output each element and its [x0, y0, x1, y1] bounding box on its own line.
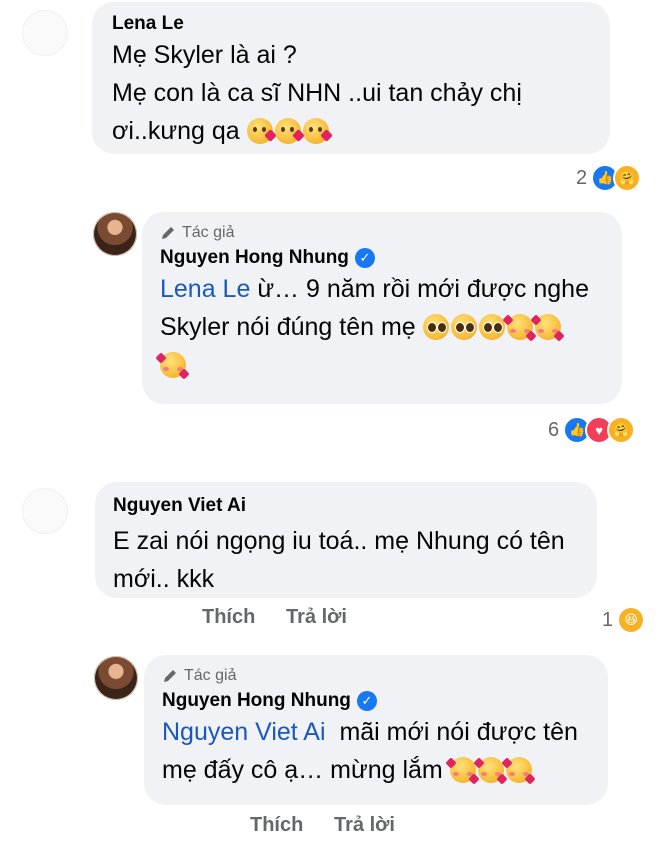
comment-text-line: Mẹ Skyler là ai ? — [112, 41, 297, 69]
comment-text-line: ơi..kưng qa — [112, 112, 590, 150]
comment-author[interactable]: Lena Le — [112, 12, 590, 36]
like-button[interactable]: Thích — [250, 814, 303, 837]
smiling-hearts-emoji-icon — [529, 314, 565, 342]
pen-icon — [162, 227, 174, 239]
comment-text-line: Skyler nói đúng tên mẹ — [160, 308, 604, 346]
pleading-face-emoji-icon — [478, 314, 505, 340]
comment-text: mẹ đấy cô ạ… mừng lắm — [162, 756, 443, 784]
comment-text-line: E zai nói ngọng iu toá.. mẹ Nhung có tên — [113, 527, 565, 555]
smiling-hearts-emoji-icon — [445, 757, 480, 785]
mention-link[interactable]: Nguyen Viet Ai — [162, 718, 326, 746]
comment-author-row: Nguyen Hong Nhung ✓ — [162, 689, 590, 713]
smiling-hearts-emoji-icon — [501, 757, 536, 785]
reply-button[interactable]: Trả lời — [286, 606, 347, 629]
avatar[interactable] — [22, 488, 68, 534]
care-icon: 🤗 — [613, 164, 642, 192]
verified-check-icon: ✓ — [356, 691, 377, 711]
comment-text: Skyler nói đúng tên mẹ — [160, 313, 416, 341]
haha-icon: 😆 — [617, 606, 646, 634]
comment-author[interactable]: Nguyen Hong Nhung — [160, 246, 349, 270]
kissing-heart-emoji-icon — [274, 118, 305, 144]
avatar[interactable] — [94, 656, 138, 700]
avatar[interactable] — [22, 10, 68, 56]
author-badge-label: Tác giả — [182, 224, 235, 241]
author-badge: Tác giả — [160, 224, 604, 242]
comment-text-line: mẹ đấy cô ạ… mừng lắm — [162, 751, 590, 789]
comment-text: ơi..kưng qa — [112, 117, 240, 145]
like-button[interactable]: Thích — [202, 606, 255, 629]
comment-author[interactable]: Nguyen Viet Ai — [113, 494, 579, 518]
reaction-summary[interactable]: 2 👍 🤗 — [576, 164, 642, 192]
pleading-face-emoji-icon — [450, 314, 477, 340]
comment-bubble: Nguyen Viet Ai E zai nói ngọng iu toá.. … — [95, 482, 597, 598]
comment-text: mãi mới nói được tên — [325, 718, 578, 746]
pleading-face-emoji-icon — [422, 314, 449, 340]
pen-icon — [164, 670, 176, 682]
comment-text-line — [155, 346, 604, 384]
author-badge: Tác giả — [162, 667, 590, 685]
smiling-hearts-emoji-icon — [473, 757, 508, 785]
comment-text-line: Lena Le ừ… 9 năm rồi mới được nghe — [160, 270, 604, 308]
comment-bubble: Tác giả Nguyen Hong Nhung ✓ Lena Le ừ… 9… — [142, 212, 622, 404]
kissing-heart-emoji-icon — [302, 118, 333, 144]
reaction-summary[interactable]: 1 😆 — [602, 606, 646, 634]
comment-bubble: Lena Le Mẹ Skyler là ai ? Mẹ con là ca s… — [92, 2, 610, 154]
reaction-count: 1 — [602, 608, 614, 631]
comment-text-line: Nguyen Viet Ai mãi mới nói được tên — [162, 713, 590, 751]
verified-check-icon: ✓ — [354, 248, 375, 268]
comment-text: ừ… 9 năm rồi mới được nghe — [250, 275, 589, 303]
reaction-count: 2 — [576, 166, 588, 189]
kissing-heart-emoji-icon — [246, 118, 277, 144]
reply-button[interactable]: Trả lời — [334, 814, 395, 837]
author-badge-label: Tác giả — [184, 667, 237, 684]
comment-text-line: Mẹ con là ca sĩ NHN ..ui tan chảy chị — [112, 79, 522, 107]
comment-author-row: Nguyen Hong Nhung ✓ — [160, 246, 604, 270]
mention-link[interactable]: Lena Le — [160, 275, 250, 303]
reaction-count: 6 — [548, 418, 560, 441]
comment-bubble: Tác giả Nguyen Hong Nhung ✓ Nguyen Viet … — [144, 655, 608, 805]
avatar[interactable] — [93, 212, 137, 256]
reaction-summary[interactable]: 6 👍 ♥ 🤗 — [548, 416, 636, 444]
comment-author[interactable]: Nguyen Hong Nhung — [162, 689, 351, 713]
smiling-hearts-emoji-icon — [501, 314, 537, 342]
smiling-hearts-emoji-icon — [155, 352, 190, 380]
comment-text-line: mới.. kkk — [113, 565, 215, 593]
care-icon: 🤗 — [607, 416, 636, 444]
